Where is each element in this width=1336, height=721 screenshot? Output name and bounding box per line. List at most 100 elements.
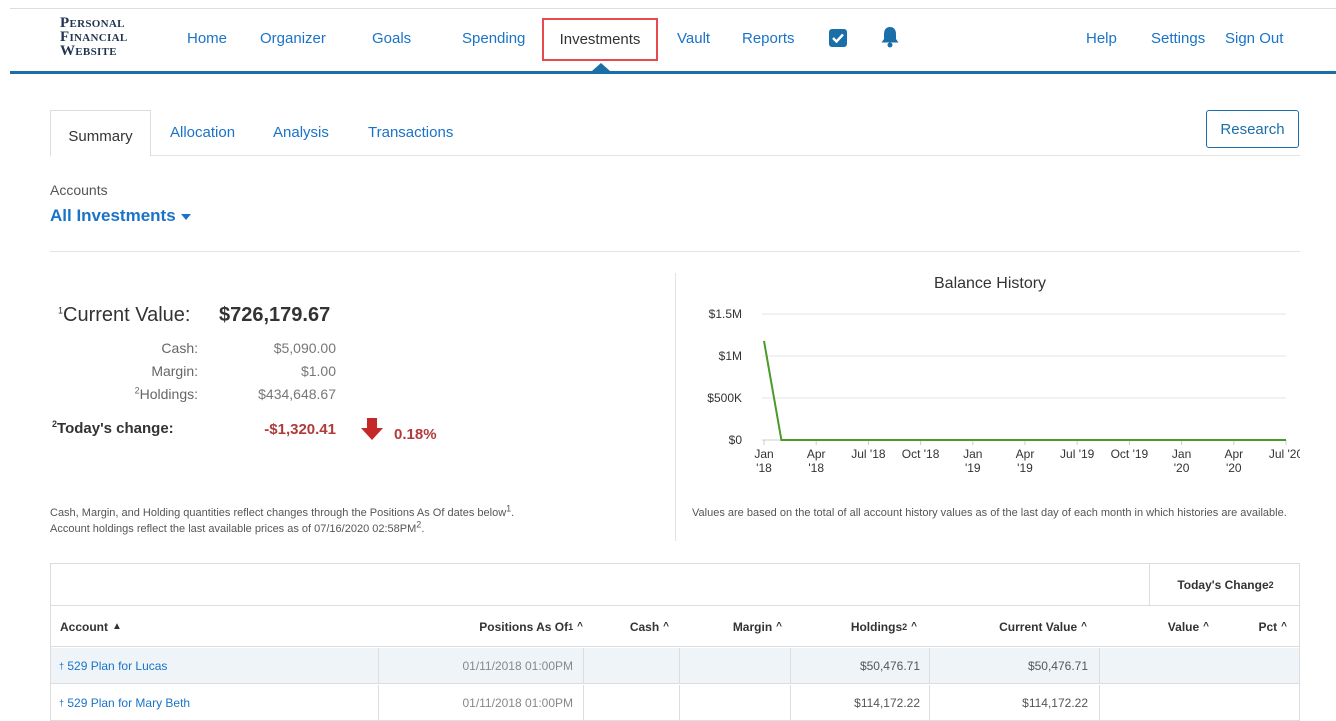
nav-goals[interactable]: Goals [372,30,411,47]
col-positions-as-of[interactable]: Positions As Of 1 ^ [378,606,583,647]
col-margin[interactable]: Margin ^ [679,606,782,647]
nav-help[interactable]: Help [1086,30,1117,47]
chart-y-tick-label: $1M [719,349,742,363]
sort-icon: ^ [1203,621,1209,632]
chart-x-tick-label: Apr [1016,447,1035,461]
chart-x-tick-label: '19 [965,461,981,475]
cash-cell [583,648,669,683]
todays-change-pct: 0.18% [394,426,437,443]
col-holdings[interactable]: Holdings 2 ^ [791,606,917,647]
nav-investments[interactable]: Investments [542,18,658,61]
research-button[interactable]: Research [1206,110,1299,148]
account-selector[interactable]: All Investments [50,206,191,226]
chart-y-tick-label: $0 [729,433,743,447]
accounts-label: Accounts [50,182,108,198]
col-pct[interactable]: Pct ^ [1221,606,1287,647]
tab-summary[interactable]: Summary [50,110,151,157]
chart-x-tick-label: Jul '20 [1269,447,1300,461]
bell-icon[interactable] [880,26,900,53]
col-value[interactable]: Value ^ [1101,606,1209,647]
nav-sign-out[interactable]: Sign Out [1225,30,1283,47]
current-value: $726,179.67 [219,304,331,326]
holdings-cell: $114,172.22 [854,695,920,710]
caret-down-icon [180,213,191,220]
logo-line-2: Financial [60,29,128,45]
positions-as-of-cell: 01/11/2018 01:00PM [462,658,573,673]
footnote-1: 1 [506,503,512,514]
cash-cell [583,685,669,720]
nav-reports[interactable]: Reports [742,30,795,47]
positions-note-line-2: Account holdings reflect the last availa… [50,523,417,535]
pct-cell [1221,648,1287,683]
margin-cell [679,685,782,720]
chart-x-tick-label: Jan [963,447,982,461]
todays-change-value: -$1,320.41 [264,421,336,438]
current-value-cell: $114,172.22 [1022,695,1088,710]
tab-allocation[interactable]: Allocation [170,124,235,141]
holdings-cell: $50,476.71 [859,658,920,673]
todays-change-group-label: Today's Change [1177,577,1269,592]
chart-x-tick-label: '19 [1017,461,1033,475]
col-cash[interactable]: Cash ^ [581,606,669,647]
positions-note: Cash, Margin, and Holding quantities ref… [50,503,515,535]
arrow-down-icon [360,417,384,446]
chart-x-tick-label: Jan [1172,447,1191,461]
chart-y-tick-label: $1.5M [709,307,742,321]
nav-home[interactable]: Home [187,30,227,47]
checkbox-icon[interactable] [829,29,847,47]
margin-label: Margin: [151,363,198,379]
header-top-border [10,8,1336,9]
site-logo[interactable]: Personal Financial Website [60,15,128,59]
sort-up-icon: ▲ [112,621,122,632]
sort-icon: ^ [1081,621,1087,632]
active-nav-caret [592,63,610,71]
col-holdings-label: Holdings [850,619,903,634]
chart-x-tick-label: '18 [756,461,772,475]
top-header: Personal Financial Website Home Organize… [0,0,1336,72]
col-margin-label: Margin [732,619,773,634]
col-cash-label: Cash [629,619,660,634]
cash-value: $5,090.00 [273,340,336,356]
nav-vault[interactable]: Vault [677,30,710,47]
col-account[interactable]: Account ▲ [60,606,122,647]
tab-analysis[interactable]: Analysis [273,124,329,141]
chart-y-tick-label: $500K [707,391,742,405]
sort-icon: ^ [776,621,782,632]
value-cell [1099,685,1209,720]
nav-settings[interactable]: Settings [1151,30,1205,47]
current-value-label-text: Current Value: [63,304,191,326]
logo-line-1: Personal [60,15,125,31]
table-header-row: Account ▲ Positions As Of 1 ^ Cash ^ Margin ^… [51,605,1299,647]
sort-icon: ^ [1281,621,1287,632]
tab-transactions[interactable]: Transactions [368,124,453,141]
holdings-value: $434,648.67 [258,386,336,402]
pct-cell [1221,685,1287,720]
chart-x-tick-label: Jul '19 [1060,447,1095,461]
col-current-value[interactable]: Current Value ^ [931,606,1087,647]
chart-x-tick-label: Jul '18 [851,447,886,461]
footnote-2: 2 [416,519,422,530]
chart-x-tick-label: Oct '18 [902,447,940,461]
balance-history-chart: $0$500K$1M$1.5MJan'18Apr'18Jul '18 Oct '1… [707,307,1300,475]
nav-spending[interactable]: Spending [462,30,525,47]
col-value-label: Value [1167,619,1200,634]
nav-organizer[interactable]: Organizer [260,30,326,47]
account-link[interactable]: † 529 Plan for Lucas [59,648,167,683]
current-value-label: 1Current Value: [58,304,191,327]
chart-x-tick-label: '20 [1226,461,1242,475]
sort-icon: ^ [911,621,917,632]
chart-x-tick-label: Jan [754,447,773,461]
account-link[interactable]: † 529 Plan for Mary Beth [59,685,190,720]
col-pct-label: Pct [1258,619,1278,634]
header-underline [10,71,1336,74]
section-divider [50,251,1300,252]
current-value-cell: $50,476.71 [1027,658,1088,673]
cash-label: Cash: [161,340,198,356]
chart-x-tick-label: Oct '19 [1111,447,1149,461]
todays-change-group-header: Today's Change 2 [1149,564,1301,605]
col-account-label: Account [60,619,108,634]
table-row: † 529 Plan for Lucas 01/11/2018 01:00PM … [51,648,1299,684]
todays-change-label: 2Today's change: [52,420,174,438]
todays-change-label-text: Today's change: [57,420,174,437]
positions-as-of-cell: 01/11/2018 01:00PM [462,695,573,710]
